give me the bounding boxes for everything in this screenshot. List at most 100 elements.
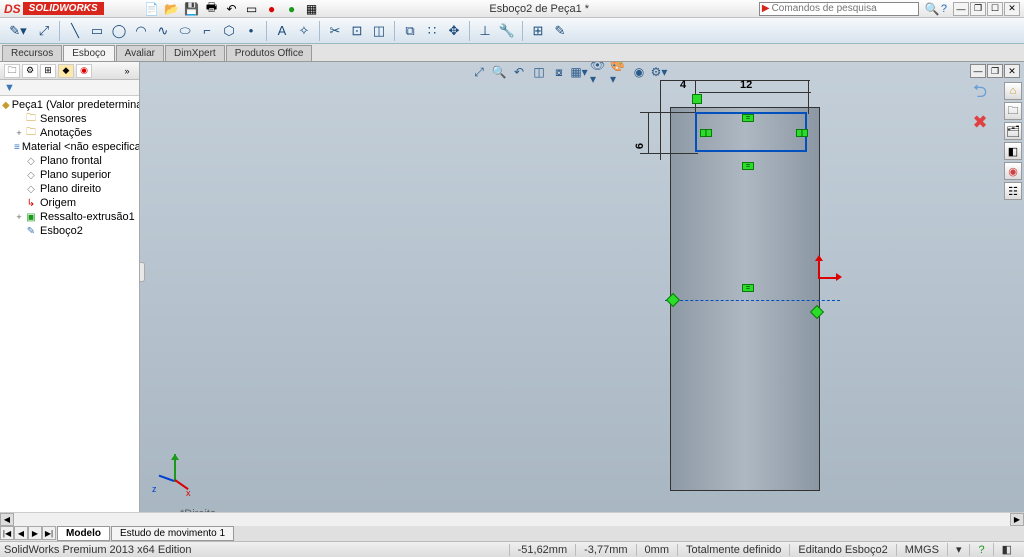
smart-dimension-button[interactable]: ⤢ [34, 21, 54, 41]
tab-dimxpert[interactable]: DimXpert [165, 45, 225, 61]
sketch-ok-icon[interactable]: ⮌ [966, 82, 994, 106]
scroll-right-button[interactable]: ▶ [1010, 513, 1024, 526]
scene-icon[interactable]: ◉ [630, 64, 648, 80]
tab-esboco[interactable]: Esboço [63, 45, 114, 61]
mdi-restore[interactable]: ❐ [987, 64, 1003, 78]
status-help-icon[interactable]: ? [969, 544, 992, 556]
fillet-tool[interactable]: ⌐ [197, 21, 217, 41]
tree-plano-superior[interactable]: ◇Plano superior [0, 168, 139, 182]
polygon-tool[interactable]: ⬡ [219, 21, 239, 41]
relations-tool[interactable]: ⊥ [475, 21, 495, 41]
open-icon[interactable]: 📂 [164, 1, 180, 17]
display-manager-tab[interactable]: ◉ [76, 64, 92, 78]
relation-horizontal-icon[interactable]: = [742, 162, 754, 170]
mirror-tool[interactable]: ⧉ [400, 21, 420, 41]
mdi-close[interactable]: ✕ [1004, 64, 1020, 78]
tree-root[interactable]: ◆Peça1 (Valor predeterminado< [0, 98, 139, 112]
status-units[interactable]: MMGS [896, 544, 947, 556]
sketch-cancel-icon[interactable]: ✖ [966, 110, 994, 134]
tab-modelo[interactable]: Modelo [57, 526, 110, 541]
centerline[interactable] [665, 300, 840, 301]
status-dropdown-icon[interactable]: ▾ [947, 543, 970, 556]
tree-ressalto[interactable]: +▣Ressalto-extrusão1 [0, 210, 139, 224]
tab-estudo-movimento[interactable]: Estudo de movimento 1 [111, 526, 234, 541]
status-extra-icon[interactable]: ◧ [993, 543, 1020, 556]
repair-sketch-tool[interactable]: 🔧 [497, 21, 517, 41]
tab-last-button[interactable]: ▶| [42, 526, 56, 540]
spline-tool[interactable]: ∿ [153, 21, 173, 41]
tab-prev-button[interactable]: ◀ [14, 526, 28, 540]
sketch-endpoint[interactable] [692, 94, 702, 104]
search-box[interactable]: ▶ [759, 2, 919, 16]
print-icon[interactable]: 🖶 [204, 1, 220, 17]
config-manager-tab[interactable]: ⊞ [40, 64, 56, 78]
tree-material[interactable]: ≡Material <não especificado [0, 140, 139, 154]
search-icon[interactable]: 🔍 [925, 2, 941, 16]
display-style-icon[interactable]: ▦▾ [570, 64, 588, 80]
tree-plano-frontal[interactable]: ◇Plano frontal [0, 154, 139, 168]
rapid-sketch-tool[interactable]: ✎ [550, 21, 570, 41]
dimension-6[interactable]: 6 [634, 143, 646, 149]
rebuild-icon[interactable]: ● [264, 1, 280, 17]
plane-tool[interactable]: ✧ [294, 21, 314, 41]
taskpane-appearances-icon[interactable]: ◉ [1004, 162, 1022, 180]
tree-esboco2[interactable]: ✎Esboço2 [0, 224, 139, 238]
help-icon[interactable]: ? [941, 3, 947, 15]
text-tool[interactable]: A [272, 21, 292, 41]
move-tool[interactable]: ✥ [444, 21, 464, 41]
circle-tool[interactable]: ◯ [109, 21, 129, 41]
tab-avaliar[interactable]: Avaliar [116, 45, 164, 61]
maximize-button[interactable]: ☐ [987, 2, 1003, 16]
scroll-track[interactable] [14, 513, 1010, 526]
quick-snaps-tool[interactable]: ⊞ [528, 21, 548, 41]
taskpane-properties-icon[interactable]: ☷ [1004, 182, 1022, 200]
dimxpert-tab[interactable]: ◆ [58, 64, 74, 78]
scrollbar-horizontal[interactable]: ◀ ▶ [0, 512, 1024, 526]
tree-anotacoes[interactable]: +🗀Anotações [0, 126, 139, 140]
undo-icon[interactable]: ↶ [224, 1, 240, 17]
view-settings-icon[interactable]: ⚙▾ [650, 64, 668, 80]
arc-tool[interactable]: ◠ [131, 21, 151, 41]
tab-produtos[interactable]: Produtos Office [226, 45, 313, 61]
tab-next-button[interactable]: ▶ [28, 526, 42, 540]
zoom-fit-icon[interactable]: ⤢ [470, 64, 488, 80]
taskpane-explorer-icon[interactable]: 🗂 [1004, 122, 1022, 140]
graphics-area[interactable]: ⤢ 🔍 ↶ ◫ ⧇ ▦▾ 👁▾ 🎨▾ ◉ ⚙▾ — ❐ ✕ ⮌ ✖ ⌂ 🗀 🗂 … [140, 62, 1024, 524]
dimension-4[interactable]: 4 [680, 79, 686, 91]
convert-tool[interactable]: ⊡ [347, 21, 367, 41]
prev-view-icon[interactable]: ↶ [510, 64, 528, 80]
orientation-triad[interactable]: z x [156, 454, 196, 494]
panel-splitter[interactable] [140, 262, 145, 282]
dimension-12[interactable]: 12 [740, 79, 752, 91]
new-icon[interactable]: 📄 [144, 1, 160, 17]
view-orientation-icon[interactable]: ⧇ [550, 64, 568, 80]
property-manager-tab[interactable]: ⚙ [22, 64, 38, 78]
hide-show-icon[interactable]: 👁▾ [590, 64, 608, 80]
taskpane-library-icon[interactable]: 🗀 [1004, 102, 1022, 120]
relation-vertical-icon[interactable]: | [700, 129, 712, 137]
relation-horizontal-icon[interactable]: = [742, 114, 754, 122]
feature-tree-tab[interactable]: 🗀 [4, 64, 20, 78]
settings-icon[interactable]: ▦ [304, 1, 320, 17]
tree-origem[interactable]: ↳Origem [0, 196, 139, 210]
tree-plano-direito[interactable]: ◇Plano direito [0, 182, 139, 196]
tree-sensores[interactable]: 🗀Sensores [0, 112, 139, 126]
sketch-exit-button[interactable]: ✎▾ [4, 21, 32, 41]
close-button[interactable]: ✕ [1004, 2, 1020, 16]
taskpane-resources-icon[interactable]: ⌂ [1004, 82, 1022, 100]
save-icon[interactable]: 💾 [184, 1, 200, 17]
tab-recursos[interactable]: Recursos [2, 45, 62, 61]
section-view-icon[interactable]: ◫ [530, 64, 548, 80]
filter-icon[interactable]: ▼ [4, 82, 16, 94]
rectangle-tool[interactable]: ▭ [87, 21, 107, 41]
linear-pattern-tool[interactable]: ∷ [422, 21, 442, 41]
zoom-area-icon[interactable]: 🔍 [490, 64, 508, 80]
appearance-icon[interactable]: 🎨▾ [610, 64, 628, 80]
minimize-button[interactable]: — [953, 2, 969, 16]
line-tool[interactable]: ╲ [65, 21, 85, 41]
relation-vertical-icon[interactable]: | [796, 129, 808, 137]
point-tool[interactable]: • [241, 21, 261, 41]
mdi-minimize[interactable]: — [970, 64, 986, 78]
scroll-left-button[interactable]: ◀ [0, 513, 14, 526]
select-icon[interactable]: ▭ [244, 1, 260, 17]
